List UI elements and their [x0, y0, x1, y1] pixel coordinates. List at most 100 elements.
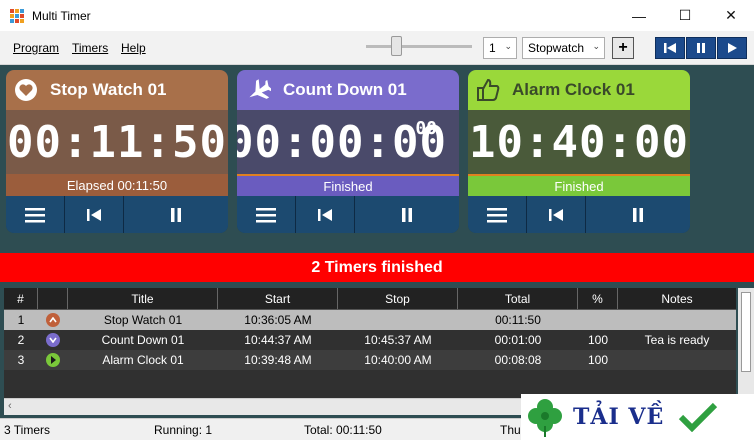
timer-panel-stopwatch: Stop Watch 01 00:11:50 Elapsed 00:11:50: [6, 70, 228, 233]
pause-icon: [401, 207, 412, 222]
timer-menu-button[interactable]: [468, 196, 527, 233]
menu-timers[interactable]: Timers: [72, 41, 108, 55]
cell-start: 10:39:48 AM: [244, 353, 312, 367]
volume-slider-track[interactable]: [366, 45, 472, 48]
window-title: Multi Timer: [32, 8, 91, 23]
timer-display: 10:40:00: [468, 110, 690, 174]
maximize-icon: ☐: [678, 7, 692, 23]
cell-total: 00:08:08: [494, 353, 542, 367]
play-icon: [728, 43, 737, 53]
chevron-down-icon: [46, 333, 60, 347]
skip-back-icon: [86, 208, 101, 221]
cell-total: 00:11:50: [495, 313, 541, 327]
timer-panel-countdown: Count Down 01 00:00:00 00 Finished: [237, 70, 459, 233]
col-header-percent[interactable]: %: [578, 288, 618, 309]
timer-header: Alarm Clock 01: [468, 70, 690, 110]
chevron-down-icon: ⌄: [592, 41, 600, 51]
timer-title: Alarm Clock 01: [512, 80, 635, 99]
title-bar: Multi Timer — ☐ ✕: [0, 0, 754, 31]
reset-all-button[interactable]: [655, 37, 685, 59]
mode-select[interactable]: Stopwatch ⌄: [522, 37, 605, 59]
timer-title: Stop Watch 01: [50, 80, 167, 99]
hamburger-icon: [255, 207, 276, 222]
volume-slider-thumb[interactable]: [391, 36, 402, 56]
cell-num: 3: [17, 353, 25, 367]
heart-icon: [15, 79, 37, 101]
cell-total: 00:01:00: [494, 333, 542, 347]
thumbs-up-icon: [477, 78, 500, 101]
watermark-text: TẢI VỀ: [573, 404, 665, 430]
cell-start: 10:44:37 AM: [244, 333, 312, 347]
count-select[interactable]: 1 ⌄: [483, 37, 517, 59]
timer-subsecond-digits: 00: [415, 118, 437, 139]
menu-bar: Program Timers Help: [0, 31, 754, 65]
pause-icon: [697, 43, 705, 53]
timers-table: # Title Start Stop Total % Notes 1 Stop …: [4, 288, 736, 398]
cell-stop: 10:40:00 AM: [364, 353, 432, 367]
pause-icon: [170, 207, 181, 222]
timer-display: 00:00:00 00: [237, 110, 459, 174]
count-select-value: 1: [489, 41, 496, 55]
hamburger-icon: [24, 207, 45, 222]
mode-select-value: Stopwatch: [528, 41, 585, 55]
airplane-icon: [249, 79, 271, 99]
chevron-up-icon: [46, 313, 60, 327]
col-header-total[interactable]: Total: [458, 288, 578, 309]
col-header-num[interactable]: #: [4, 288, 38, 309]
timer-menu-button[interactable]: [237, 196, 296, 233]
col-header-notes[interactable]: Notes: [618, 288, 736, 309]
timer-reset-button[interactable]: [296, 196, 355, 233]
vertical-scrollbar[interactable]: [738, 288, 754, 398]
cell-title: Count Down 01: [101, 333, 185, 347]
timer-header: Count Down 01: [237, 70, 459, 110]
menu-program[interactable]: Program: [13, 41, 59, 55]
maximize-button[interactable]: ☐: [662, 0, 708, 31]
close-button[interactable]: ✕: [708, 0, 754, 31]
cell-percent: 100: [587, 353, 609, 367]
chevron-down-icon: ⌄: [504, 41, 512, 51]
timer-status: Finished: [468, 174, 690, 196]
cell-notes: Tea is ready: [644, 333, 710, 347]
timer-header: Stop Watch 01: [6, 70, 228, 110]
cell-start: 10:36:05 AM: [244, 313, 312, 327]
minimize-icon: —: [632, 7, 646, 24]
hamburger-icon: [486, 207, 507, 222]
status-timer-count: 3 Timers: [4, 423, 51, 437]
timer-digits: 00:11:50: [7, 116, 227, 168]
table-row[interactable]: 2 Count Down 01 10:44:37 AM 10:45:37 AM …: [4, 330, 736, 350]
timer-pause-button[interactable]: [586, 196, 690, 233]
cell-percent: 100: [587, 333, 609, 347]
status-date: Thu: [500, 423, 521, 437]
col-header-stop[interactable]: Stop: [338, 288, 458, 309]
cell-percent: [578, 310, 618, 330]
timer-digits: 10:40:00: [469, 116, 689, 168]
cell-notes: [618, 350, 736, 370]
timer-reset-button[interactable]: [527, 196, 586, 233]
pause-icon: [632, 207, 643, 222]
timer-pause-button[interactable]: [355, 196, 459, 233]
chevron-left-icon[interactable]: ‹: [8, 400, 12, 412]
col-header-start[interactable]: Start: [218, 288, 338, 309]
table-row[interactable]: 1 Stop Watch 01 10:36:05 AM 00:11:50: [4, 310, 736, 330]
timer-reset-button[interactable]: [65, 196, 124, 233]
status-running: Running: 1: [154, 423, 213, 437]
cell-title: Alarm Clock 01: [102, 353, 184, 367]
pause-all-button[interactable]: [686, 37, 716, 59]
menu-help[interactable]: Help: [121, 41, 146, 55]
timer-display: 00:11:50: [6, 110, 228, 174]
play-all-button[interactable]: [717, 37, 747, 59]
status-total: Total: 00:11:50: [304, 423, 382, 437]
col-header-icon[interactable]: [38, 288, 68, 309]
table-header: # Title Start Stop Total % Notes: [4, 288, 736, 310]
scrollbar-thumb[interactable]: [741, 292, 751, 372]
finished-banner: 2 Timers finished: [0, 253, 754, 282]
col-header-title[interactable]: Title: [68, 288, 218, 309]
minimize-button[interactable]: —: [616, 0, 662, 31]
checkmark-icon: [679, 402, 718, 432]
timer-menu-button[interactable]: [6, 196, 65, 233]
add-timer-button[interactable]: +: [612, 37, 634, 59]
table-row[interactable]: 3 Alarm Clock 01 10:39:48 AM 10:40:00 AM…: [4, 350, 736, 370]
cell-num: 1: [17, 313, 25, 327]
timer-pause-button[interactable]: [124, 196, 228, 233]
skip-back-icon: [664, 43, 676, 53]
